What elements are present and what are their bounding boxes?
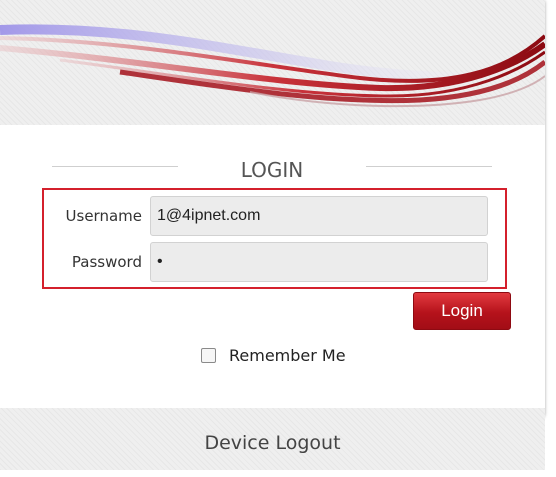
title-divider-right <box>366 166 492 167</box>
login-button[interactable]: Login <box>413 292 511 330</box>
login-title-row: LOGIN <box>52 158 492 190</box>
username-input[interactable] <box>150 196 488 236</box>
remember-me-label: Remember Me <box>229 346 346 365</box>
login-card: LOGIN Username Password Login Remember M… <box>0 0 545 418</box>
login-title: LOGIN <box>240 158 304 182</box>
password-label: Password <box>71 253 142 271</box>
password-input[interactable] <box>150 242 488 282</box>
device-logout-link[interactable]: Device Logout <box>0 432 545 454</box>
username-row: Username <box>44 196 505 236</box>
checkbox-icon[interactable] <box>201 348 216 363</box>
credentials-highlight-box: Username Password <box>42 188 507 289</box>
header-banner <box>0 0 545 125</box>
banner-swoosh-graphic <box>0 24 545 108</box>
password-row: Password <box>44 242 505 282</box>
username-label: Username <box>65 207 142 225</box>
